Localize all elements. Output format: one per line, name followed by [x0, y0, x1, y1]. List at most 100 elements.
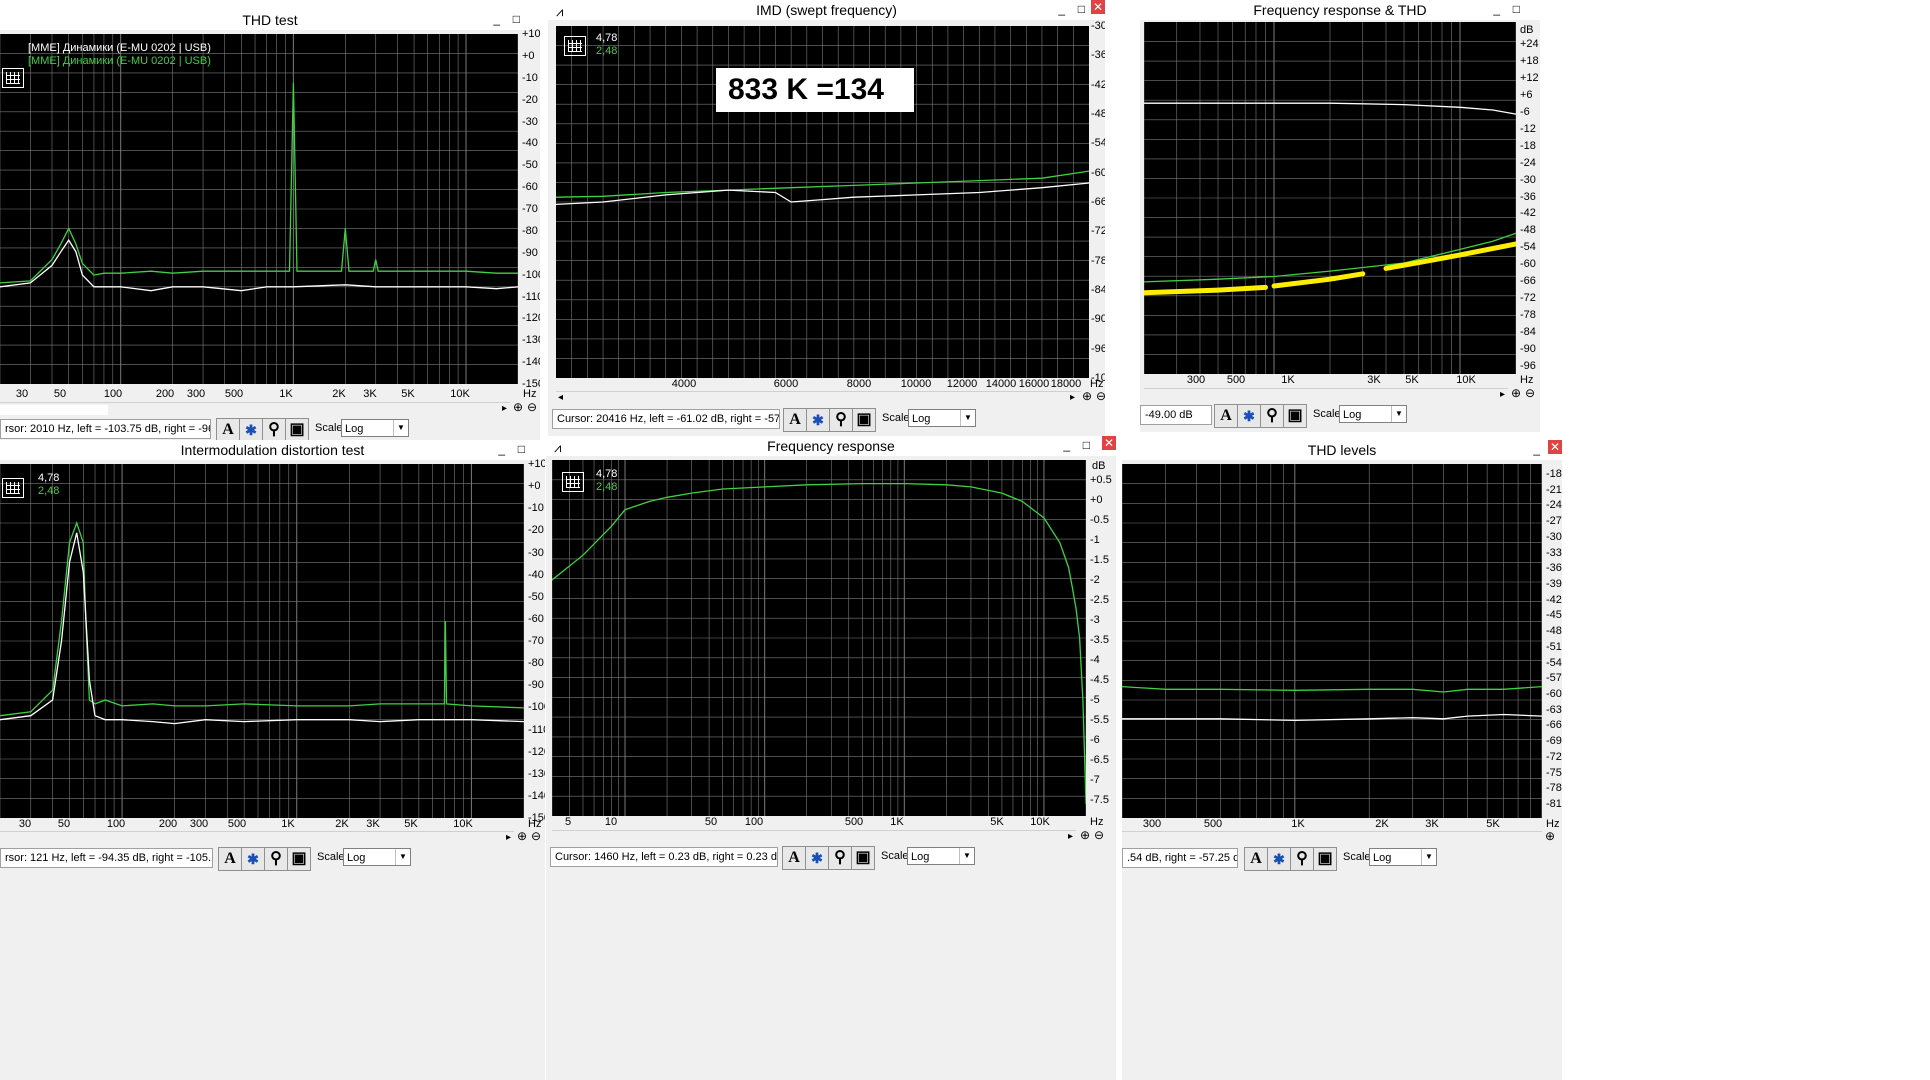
minimize-icon[interactable]: _ — [498, 442, 505, 456]
save-icon[interactable]: ▣ — [851, 846, 875, 870]
y-tick-label: +0 — [528, 480, 541, 493]
imd-plot-area[interactable] — [0, 464, 524, 818]
horizontal-scrollbar[interactable]: ▸ — [552, 830, 1076, 845]
scale-select[interactable]: Log ▼ — [341, 419, 409, 437]
settings-icon[interactable]: ✱ — [805, 846, 829, 870]
zoom-tool-icon[interactable]: ⚲ — [829, 408, 853, 432]
zoom-in-icon[interactable]: ⊕ — [513, 400, 523, 414]
scale-select[interactable]: Log ▼ — [907, 847, 975, 865]
font-button[interactable]: A — [1244, 847, 1268, 871]
zoom-tool-icon[interactable]: ⚲ — [264, 847, 288, 871]
y-tick-label: +0 — [1090, 494, 1103, 506]
font-button[interactable]: A — [218, 847, 242, 871]
zoom-tool-icon[interactable]: ⚲ — [828, 846, 852, 870]
y-tick-label: -84 — [1520, 326, 1536, 339]
y-tick-label: -10 — [528, 502, 544, 515]
x-axis: 300 500 1K 2K 3K 5K — [1122, 818, 1542, 832]
scale-select[interactable]: Log ▼ — [343, 848, 411, 866]
minimize-icon[interactable]: _ — [1493, 2, 1500, 16]
y-tick-label: -110 — [522, 290, 540, 303]
minimize-icon[interactable]: _ — [1063, 438, 1070, 452]
horizontal-scrollbar[interactable] — [1122, 831, 1542, 846]
horizontal-scrollbar[interactable]: ▸ — [0, 831, 514, 846]
y-tick-label: -45 — [1546, 609, 1562, 622]
zoom-in-icon[interactable]: ⊕ — [1080, 828, 1090, 842]
x-tick-label: 1K — [1281, 374, 1295, 386]
zoom-tool-icon[interactable]: ⚲ — [1260, 404, 1284, 428]
freq-resp-window: ⩘ Frequency response _ □ ✕ 4,78 2,48 +0.… — [546, 436, 1116, 1080]
scroll-right-icon[interactable]: ▸ — [1070, 392, 1075, 403]
scroll-right-icon[interactable]: ▸ — [502, 403, 507, 414]
zoom-in-icon[interactable]: ⊕ — [1082, 389, 1092, 403]
chart-svg — [0, 34, 518, 384]
maximize-icon[interactable]: □ — [518, 442, 525, 456]
y-tick-label: -51 — [1546, 640, 1562, 653]
save-icon[interactable]: ▣ — [1283, 404, 1307, 428]
font-button[interactable]: A — [1214, 404, 1238, 428]
zoom-out-icon[interactable]: ⊖ — [527, 400, 537, 414]
horizontal-scrollbar[interactable]: ▸ — [0, 402, 510, 417]
maximize-icon[interactable]: □ — [513, 12, 520, 26]
scroll-right-icon[interactable]: ▸ — [1500, 389, 1505, 400]
fr-thd-plot-area[interactable] — [1144, 22, 1516, 374]
y-tick-label: -110 — [528, 723, 545, 736]
zoom-tool-icon[interactable]: ⚲ — [1290, 847, 1314, 871]
x-axis: 300 500 1K 3K 5K 10K — [1144, 374, 1516, 388]
status-bar: rsor: 2010 Hz, left = -103.75 dB, right … — [0, 416, 540, 440]
minimize-icon[interactable]: _ — [1533, 442, 1540, 456]
horizontal-scrollbar[interactable]: ▸ — [1144, 388, 1508, 403]
scale-select[interactable]: Log ▼ — [1369, 848, 1437, 866]
series-line-0 — [0, 82, 518, 284]
minimize-icon[interactable]: _ — [493, 12, 500, 26]
save-icon[interactable]: ▣ — [287, 847, 311, 871]
settings-icon[interactable]: ✱ — [1237, 404, 1261, 428]
scale-select[interactable]: Log ▼ — [908, 409, 976, 427]
zoom-out-icon[interactable]: ⊖ — [1094, 828, 1104, 842]
y-tick-label: -54 — [1546, 656, 1562, 669]
x-unit: Hz — [523, 388, 537, 400]
legend-icon — [564, 36, 586, 56]
legend-right: 2,48 — [38, 485, 60, 497]
x-tick-label: 10K — [1456, 374, 1476, 386]
zoom-in-icon[interactable]: ⊕ — [517, 829, 527, 843]
font-button[interactable]: A — [782, 846, 806, 870]
maximize-icon[interactable]: □ — [1078, 2, 1085, 16]
settings-icon[interactable]: ✱ — [241, 847, 265, 871]
save-icon[interactable]: ▣ — [285, 418, 309, 440]
horizontal-scrollbar[interactable]: ◂ ▸ — [556, 391, 1081, 406]
save-icon[interactable]: ▣ — [852, 408, 876, 432]
scale-select[interactable]: Log ▼ — [1339, 405, 1407, 423]
thd-plot-area[interactable] — [0, 34, 518, 384]
scroll-right-icon[interactable]: ▸ — [1068, 831, 1073, 842]
font-button[interactable]: A — [216, 418, 240, 440]
y-unit: dB — [1520, 24, 1534, 36]
legend-left: 4,78 — [596, 468, 618, 480]
zoom-out-icon[interactable]: ⊖ — [531, 829, 541, 843]
zoom-in-icon[interactable]: ⊕ — [1545, 829, 1555, 843]
y-tick-label: +6 — [1520, 88, 1533, 101]
settings-icon[interactable]: ✱ — [239, 418, 263, 440]
settings-icon[interactable]: ✱ — [806, 408, 830, 432]
scroll-left-icon[interactable]: ◂ — [558, 392, 563, 403]
minimize-icon[interactable]: _ — [1058, 2, 1065, 16]
zoom-in-icon[interactable]: ⊕ — [1511, 386, 1521, 400]
zoom-tool-icon[interactable]: ⚲ — [262, 418, 286, 440]
y-tick-label: +0 — [522, 49, 535, 62]
zoom-out-icon[interactable]: ⊖ — [1096, 389, 1105, 403]
settings-icon[interactable]: ✱ — [1267, 847, 1291, 871]
thd-levels-plot-area[interactable] — [1122, 464, 1542, 818]
y-tick-label: -70 — [528, 635, 544, 647]
y-tick-label: -36 — [1091, 49, 1105, 62]
zoom-out-icon[interactable]: ⊖ — [1525, 386, 1535, 400]
y-tick-label: -81 — [1546, 798, 1562, 810]
font-button[interactable]: A — [783, 408, 807, 432]
y-tick-label: -12 — [1520, 122, 1536, 135]
x-unit: Hz — [1520, 374, 1534, 386]
legend-right: 2,48 — [596, 45, 618, 57]
y-tick-label: -78 — [1546, 782, 1562, 795]
series-line-0 — [1122, 685, 1542, 693]
scroll-right-icon[interactable]: ▸ — [506, 832, 511, 843]
y-axis: +0.5 +0 -0.5 -1 -1.5 -2 -2.5 -3 -3.5 -4 -4.5 -5 -5.5… — [1088, 436, 1112, 816]
freq-resp-plot-area[interactable] — [552, 460, 1086, 816]
save-icon[interactable]: ▣ — [1313, 847, 1337, 871]
